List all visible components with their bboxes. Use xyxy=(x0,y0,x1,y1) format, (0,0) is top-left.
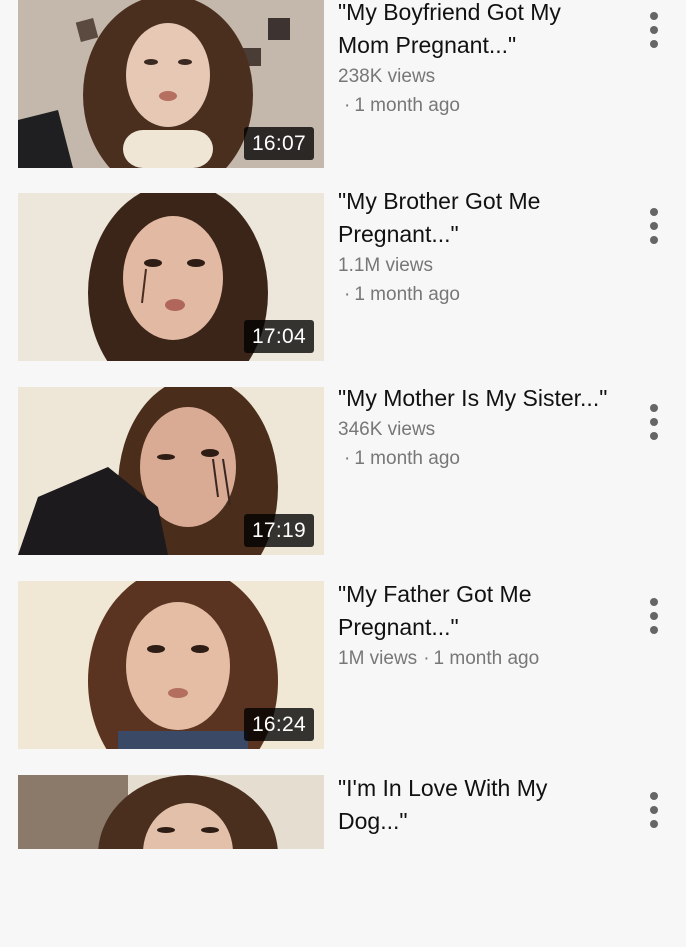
video-item[interactable]: 17:04 "My Brother Got Me Pregnant..." 1.… xyxy=(0,185,686,361)
video-meta: "My Mother Is My Sister..." 346K views ·… xyxy=(338,382,608,473)
video-duration: 16:24 xyxy=(243,708,314,741)
thumbnail-image xyxy=(18,775,324,849)
separator-dot: · xyxy=(344,284,351,305)
more-options-icon[interactable] xyxy=(643,404,665,440)
video-thumbnail[interactable]: 16:07 xyxy=(18,0,324,168)
separator-dot: · xyxy=(344,95,351,116)
video-thumbnail[interactable] xyxy=(18,775,324,849)
video-meta: "I'm In Love With My Dog..." xyxy=(338,772,608,838)
video-age: 1 month ago xyxy=(433,648,540,669)
video-age: 1 month ago xyxy=(354,95,460,116)
video-duration: 17:04 xyxy=(243,320,314,353)
more-options-icon[interactable] xyxy=(643,208,665,244)
video-duration: 17:19 xyxy=(243,514,314,547)
video-feed: 16:07 "My Boyfriend Got My Mom Pregnant.… xyxy=(0,0,686,849)
video-thumbnail[interactable]: 17:04 xyxy=(18,193,324,361)
video-duration: 16:07 xyxy=(243,127,314,160)
video-title[interactable]: "My Mother Is My Sister..." xyxy=(338,382,608,415)
video-title[interactable]: "My Boyfriend Got My Mom Pregnant..." xyxy=(338,0,608,62)
video-views: 1M views xyxy=(338,648,418,669)
more-options-icon[interactable] xyxy=(643,792,665,828)
video-item[interactable]: "I'm In Love With My Dog..." xyxy=(0,772,686,947)
video-title[interactable]: "My Brother Got Me Pregnant..." xyxy=(338,185,608,251)
separator-dot: · xyxy=(423,648,430,669)
video-thumbnail[interactable]: 17:19 xyxy=(18,387,324,555)
video-title[interactable]: "I'm In Love With My Dog..." xyxy=(338,772,608,838)
video-age: 1 month ago xyxy=(354,448,460,469)
video-views: 238K views xyxy=(338,66,436,87)
video-item[interactable]: 17:19 "My Mother Is My Sister..." 346K v… xyxy=(0,382,686,557)
video-item[interactable]: 16:07 "My Boyfriend Got My Mom Pregnant.… xyxy=(0,0,686,168)
video-thumbnail[interactable]: 16:24 xyxy=(18,581,324,749)
more-options-icon[interactable] xyxy=(643,598,665,634)
video-views: 346K views xyxy=(338,419,436,440)
video-meta: "My Brother Got Me Pregnant..." 1.1M vie… xyxy=(338,185,608,309)
separator-dot: · xyxy=(344,448,351,469)
video-age: 1 month ago xyxy=(354,284,460,305)
video-views: 1.1M views xyxy=(338,255,434,276)
video-item[interactable]: 16:24 "My Father Got Me Pregnant..." 1M … xyxy=(0,578,686,753)
video-meta: "My Father Got Me Pregnant..." 1M views ·… xyxy=(338,578,608,673)
video-title[interactable]: "My Father Got Me Pregnant..." xyxy=(338,578,608,644)
video-meta: "My Boyfriend Got My Mom Pregnant..." 23… xyxy=(338,0,608,120)
more-options-icon[interactable] xyxy=(643,12,665,48)
